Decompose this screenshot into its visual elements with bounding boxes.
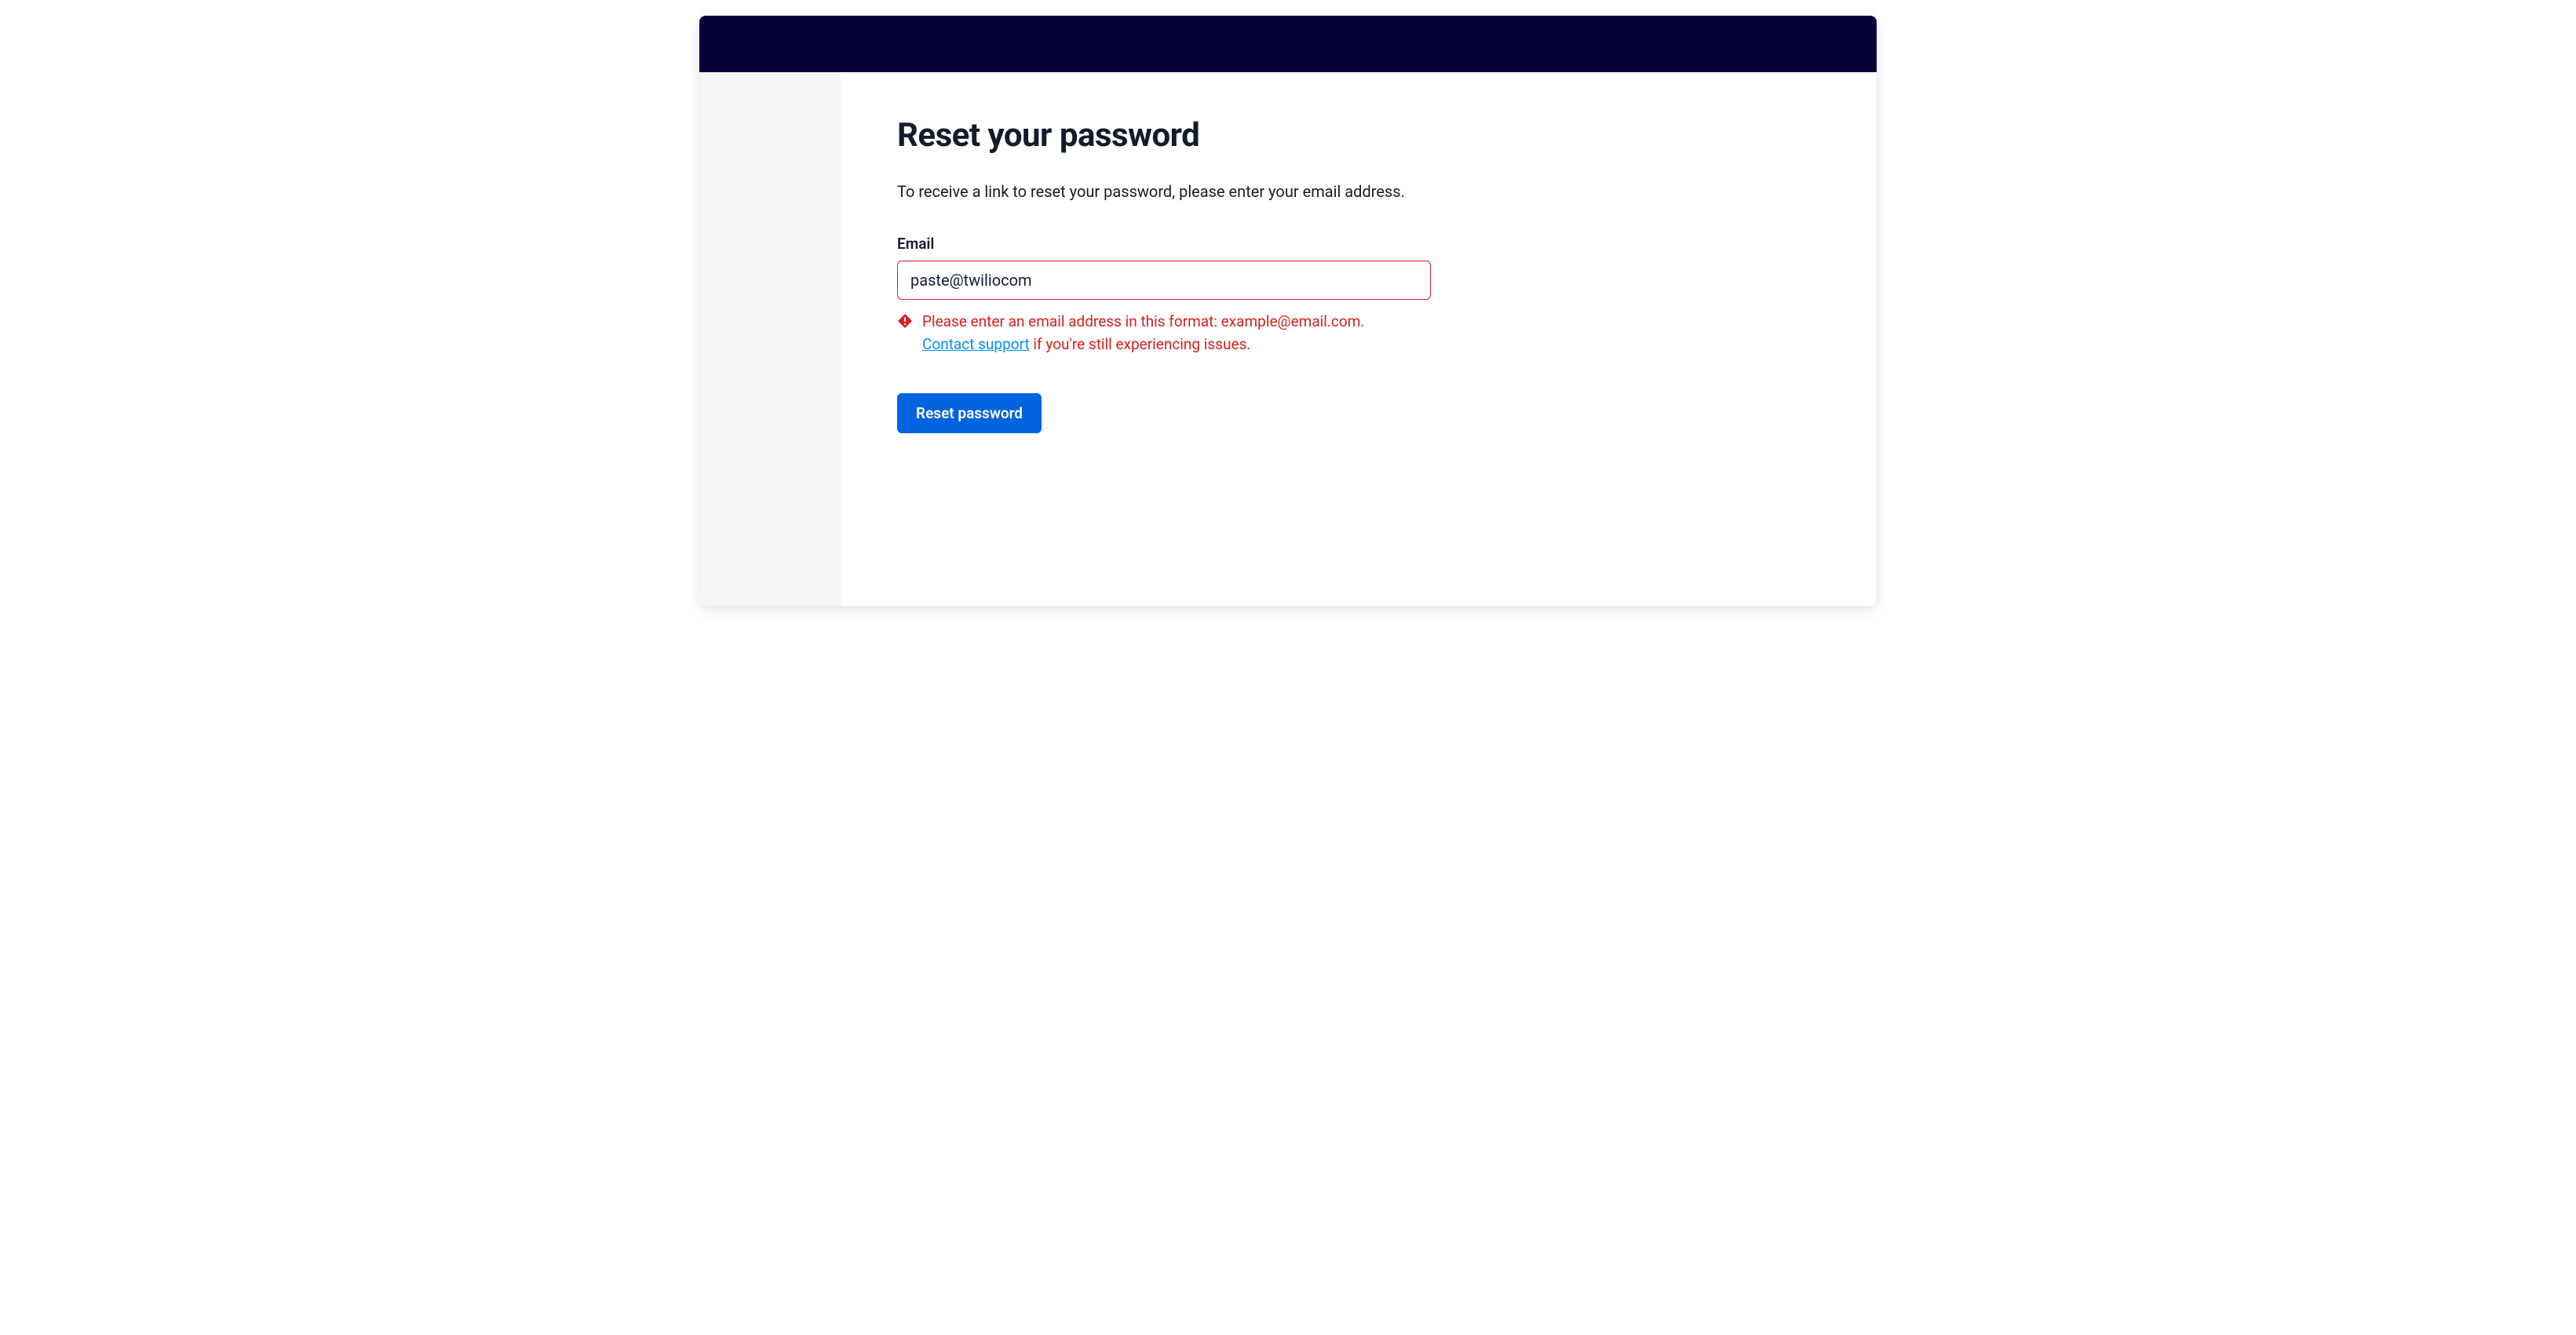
page-title: Reset your password (897, 116, 1820, 155)
error-message-text-2: if you're still experiencing issues. (1030, 335, 1251, 353)
email-field[interactable] (897, 261, 1431, 300)
error-icon (897, 313, 913, 336)
email-form-group: Email Please enter an email address in t… (897, 235, 1431, 356)
error-text: Please enter an email address in this fo… (922, 311, 1431, 356)
error-message: Please enter an email address in this fo… (897, 311, 1431, 356)
main-content: Reset your password To receive a link to… (841, 72, 1877, 606)
reset-password-button[interactable]: Reset password (897, 393, 1042, 433)
email-label: Email (897, 235, 1431, 253)
body-area: Reset your password To receive a link to… (699, 72, 1877, 606)
page-description: To receive a link to reset your password… (897, 180, 1820, 203)
app-container: Reset your password To receive a link to… (699, 16, 1877, 606)
sidebar (699, 72, 841, 606)
contact-support-link[interactable]: Contact support (922, 335, 1030, 353)
top-navigation-bar (699, 16, 1877, 72)
error-message-text-1: Please enter an email address in this fo… (922, 312, 1364, 330)
